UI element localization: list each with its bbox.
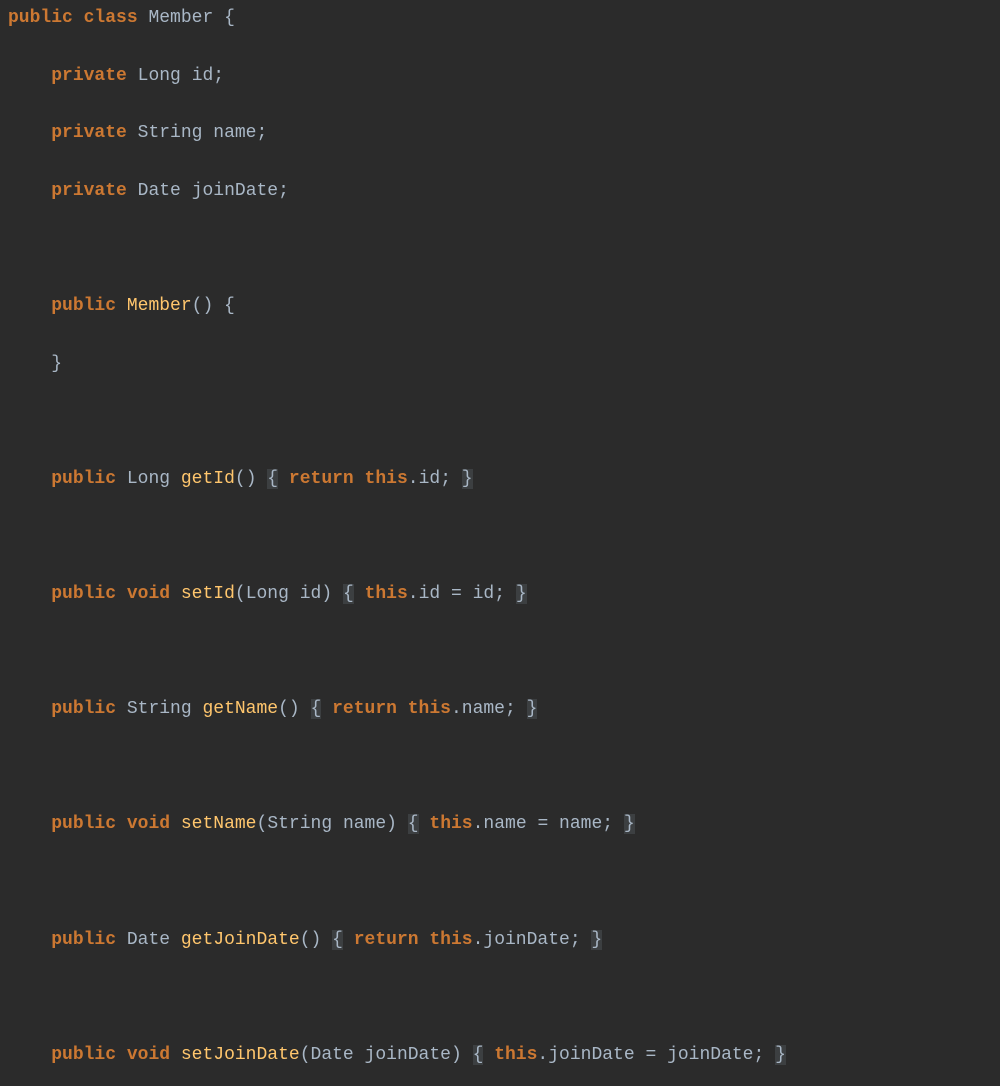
code-line: public void setJoinDate(Date joinDate) {… <box>0 1041 1000 1070</box>
keyword-this: this <box>429 930 472 950</box>
method-name: getName <box>202 699 278 719</box>
field-ref: name <box>483 814 526 834</box>
code-line: private Date joinDate; <box>0 177 1000 206</box>
fold-brace[interactable]: { <box>343 584 354 604</box>
field-ref: id <box>419 469 441 489</box>
type: String <box>127 699 192 719</box>
code-line: public class Member { <box>0 4 1000 33</box>
keyword-private: private <box>51 123 127 143</box>
constructor-name: Member <box>127 296 192 316</box>
method-name: getId <box>181 469 235 489</box>
fold-brace[interactable]: } <box>462 469 473 489</box>
fold-brace[interactable]: } <box>624 814 635 834</box>
field-ref: joinDate <box>548 1045 634 1065</box>
param: name <box>343 814 386 834</box>
fold-brace[interactable]: { <box>473 1045 484 1065</box>
fold-brace[interactable]: } <box>527 699 538 719</box>
param-ref: id <box>473 584 495 604</box>
fold-brace[interactable]: } <box>516 584 527 604</box>
type: String <box>138 123 203 143</box>
keyword-this: this <box>494 1045 537 1065</box>
fold-brace[interactable]: } <box>775 1045 786 1065</box>
keyword-class: class <box>84 8 138 28</box>
field: joinDate <box>192 181 278 201</box>
code-line: public Date getJoinDate() { return this.… <box>0 926 1000 955</box>
type: Long <box>127 469 170 489</box>
code-line <box>0 983 1000 1012</box>
keyword-public: public <box>8 8 73 28</box>
keyword-public: public <box>51 296 116 316</box>
code-line <box>0 407 1000 436</box>
keyword-return: return <box>332 699 397 719</box>
code-line <box>0 234 1000 263</box>
code-editor[interactable]: public class Member { private Long id; p… <box>0 4 1000 1086</box>
code-line: public Member() { <box>0 292 1000 321</box>
type: Date <box>138 181 181 201</box>
fold-brace[interactable]: { <box>311 699 322 719</box>
keyword-public: public <box>51 699 116 719</box>
keyword-this: this <box>365 584 408 604</box>
param-ref: name <box>559 814 602 834</box>
param: joinDate <box>365 1045 451 1065</box>
keyword-this: this <box>365 469 408 489</box>
fold-brace[interactable]: { <box>332 930 343 950</box>
param-ref: joinDate <box>667 1045 753 1065</box>
keyword-void: void <box>127 814 170 834</box>
keyword-return: return <box>289 469 354 489</box>
code-line <box>0 638 1000 667</box>
field-ref: joinDate <box>483 930 569 950</box>
code-line: public String getName() { return this.na… <box>0 695 1000 724</box>
keyword-public: public <box>51 1045 116 1065</box>
method-name: setJoinDate <box>181 1045 300 1065</box>
code-line: private Long id; <box>0 62 1000 91</box>
field-ref: id <box>419 584 441 604</box>
keyword-public: public <box>51 584 116 604</box>
type: Long <box>246 584 289 604</box>
keyword-return: return <box>354 930 419 950</box>
field: name <box>213 123 256 143</box>
fold-brace[interactable]: { <box>408 814 419 834</box>
code-line <box>0 753 1000 782</box>
code-line: public void setName(String name) { this.… <box>0 810 1000 839</box>
keyword-private: private <box>51 66 127 86</box>
keyword-public: public <box>51 814 116 834</box>
code-line: private String name; <box>0 119 1000 148</box>
code-line: public Long getId() { return this.id; } <box>0 465 1000 494</box>
method-name: setName <box>181 814 257 834</box>
fold-brace[interactable]: { <box>267 469 278 489</box>
method-name: setId <box>181 584 235 604</box>
type: String <box>267 814 332 834</box>
type: Date <box>127 930 170 950</box>
keyword-void: void <box>127 1045 170 1065</box>
keyword-void: void <box>127 584 170 604</box>
field-ref: name <box>462 699 505 719</box>
field: id <box>192 66 214 86</box>
type: Long <box>138 66 181 86</box>
method-name: getJoinDate <box>181 930 300 950</box>
class-name: Member <box>148 8 213 28</box>
code-line <box>0 522 1000 551</box>
code-line <box>0 868 1000 897</box>
code-line: } <box>0 350 1000 379</box>
code-line: public void setId(Long id) { this.id = i… <box>0 580 1000 609</box>
keyword-public: public <box>51 469 116 489</box>
keyword-public: public <box>51 930 116 950</box>
param: id <box>300 584 322 604</box>
type: Date <box>311 1045 354 1065</box>
keyword-this: this <box>408 699 451 719</box>
keyword-this: this <box>429 814 472 834</box>
fold-brace[interactable]: } <box>591 930 602 950</box>
keyword-private: private <box>51 181 127 201</box>
